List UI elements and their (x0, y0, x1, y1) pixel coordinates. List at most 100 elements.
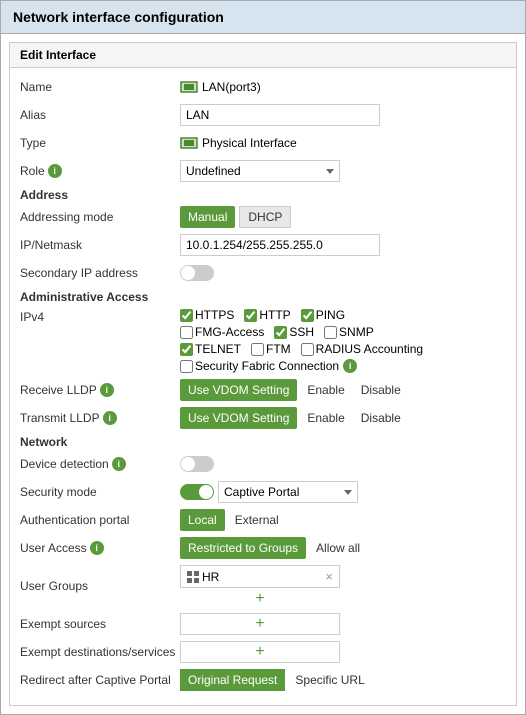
external-button[interactable]: External (229, 511, 285, 529)
device-detection-knob (181, 457, 195, 471)
fmg-checkbox[interactable] (180, 326, 193, 339)
device-detection-info-icon[interactable]: i (112, 457, 126, 471)
edit-interface-panel: Edit Interface Name LAN(port3) Alias (9, 42, 517, 706)
addressing-mode-label: Addressing mode (20, 210, 180, 224)
exempt-dest-label: Exempt destinations/services (20, 645, 180, 659)
fmg-label: FMG-Access (195, 325, 264, 339)
https-checkbox[interactable] (180, 309, 193, 322)
device-detection-toggle[interactable] (180, 456, 214, 472)
lan-icon (180, 81, 198, 93)
security-mode-label: Security mode (20, 485, 180, 499)
ipv4-row4: Security Fabric Connection i (180, 359, 363, 373)
receive-lldp-enable-button[interactable]: Enable (301, 381, 350, 399)
auth-portal-value: Local External (180, 509, 506, 531)
specific-url-button[interactable]: Specific URL (289, 671, 370, 689)
user-access-row: User Access i Restricted to Groups Allow… (20, 537, 506, 559)
telnet-checkbox[interactable] (180, 343, 193, 356)
add-user-group-button[interactable]: + (255, 591, 264, 607)
secondary-ip-toggle[interactable] (180, 265, 214, 281)
http-label: HTTP (259, 308, 290, 322)
ip-netmask-value (180, 234, 506, 256)
transmit-lldp-enable-button[interactable]: Enable (301, 409, 350, 427)
restricted-button[interactable]: Restricted to Groups (180, 537, 306, 559)
security-fabric-label: Security Fabric Connection (195, 359, 339, 373)
form-body: Name LAN(port3) Alias (10, 68, 516, 705)
ssh-checkbox[interactable] (274, 326, 287, 339)
ip-netmask-row: IP/Netmask (20, 234, 506, 256)
fmg-checkbox-item: FMG-Access (180, 325, 264, 339)
local-button[interactable]: Local (180, 509, 225, 531)
page-title: Network interface configuration (1, 1, 525, 34)
role-select[interactable]: Undefined (180, 160, 340, 182)
type-label: Type (20, 136, 180, 150)
user-groups-row: User Groups HR × (20, 565, 506, 607)
https-label: HTTPS (195, 308, 234, 322)
security-mode-toggle[interactable] (180, 484, 214, 500)
manual-button[interactable]: Manual (180, 206, 235, 228)
section-header: Edit Interface (10, 43, 516, 68)
transmit-lldp-disable-button[interactable]: Disable (355, 409, 407, 427)
radius-checkbox[interactable] (301, 343, 314, 356)
role-info-icon[interactable]: i (48, 164, 62, 178)
ftm-checkbox-item: FTM (251, 342, 291, 356)
security-fabric-checkbox-item: Security Fabric Connection i (180, 359, 357, 373)
transmit-lldp-vdom-button[interactable]: Use VDOM Setting (180, 407, 297, 429)
auth-portal-row: Authentication portal Local External (20, 509, 506, 531)
ipv4-row2: FMG-Access SSH SNMP (180, 325, 380, 339)
alias-input[interactable] (180, 104, 380, 126)
exempt-dest-row: Exempt destinations/services + (20, 641, 506, 663)
security-fabric-checkbox[interactable] (180, 360, 193, 373)
ip-netmask-label: IP/Netmask (20, 238, 180, 252)
dhcp-button[interactable]: DHCP (239, 206, 291, 228)
transmit-lldp-row: Transmit LLDP i Use VDOM Setting Enable … (20, 407, 506, 429)
physical-iface-icon (180, 137, 198, 149)
http-checkbox[interactable] (244, 309, 257, 322)
snmp-checkbox[interactable] (324, 326, 337, 339)
add-group-container: + (180, 591, 340, 607)
radius-checkbox-item: RADIUS Accounting (301, 342, 423, 356)
alias-label: Alias (20, 108, 180, 122)
ipv4-label: IPv4 (20, 308, 180, 324)
name-text: LAN(port3) (202, 80, 261, 94)
allow-all-button[interactable]: Allow all (310, 539, 366, 557)
redirect-row: Redirect after Captive Portal Original R… (20, 669, 506, 691)
ipv4-row: IPv4 HTTPS HTTP PING (20, 308, 506, 373)
name-label: Name (20, 80, 180, 94)
user-access-label: User Access i (20, 541, 180, 555)
user-group-box: HR × (180, 565, 340, 588)
receive-lldp-disable-button[interactable]: Disable (355, 381, 407, 399)
exempt-dest-value: + (180, 641, 506, 663)
security-mode-select[interactable]: Captive Portal (218, 481, 358, 503)
security-fabric-info-icon[interactable]: i (343, 359, 357, 373)
original-request-button[interactable]: Original Request (180, 669, 285, 691)
remove-hr-button[interactable]: × (325, 569, 333, 584)
role-value: Undefined (180, 160, 506, 182)
add-exempt-dest-button[interactable]: + (180, 641, 340, 663)
device-detection-label: Device detection i (20, 457, 180, 471)
receive-lldp-vdom-button[interactable]: Use VDOM Setting (180, 379, 297, 401)
receive-lldp-info-icon[interactable]: i (100, 383, 114, 397)
auth-portal-label: Authentication portal (20, 513, 180, 527)
secondary-ip-label: Secondary IP address (20, 266, 180, 280)
hr-label: HR (202, 570, 219, 584)
exempt-sources-label: Exempt sources (20, 617, 180, 631)
ipv4-row3: TELNET FTM RADIUS Accounting (180, 342, 429, 356)
ssh-checkbox-item: SSH (274, 325, 314, 339)
transmit-lldp-info-icon[interactable]: i (103, 411, 117, 425)
ftm-label: FTM (266, 342, 291, 356)
user-access-info-icon[interactable]: i (90, 541, 104, 555)
telnet-checkbox-item: TELNET (180, 342, 241, 356)
ftm-checkbox[interactable] (251, 343, 264, 356)
device-detection-value (180, 456, 506, 472)
role-label: Role i (20, 164, 180, 178)
secondary-ip-row: Secondary IP address (20, 262, 506, 284)
ip-netmask-input[interactable] (180, 234, 380, 256)
add-exempt-source-button[interactable]: + (180, 613, 340, 635)
alias-value (180, 104, 506, 126)
alias-row: Alias (20, 104, 506, 126)
ping-checkbox[interactable] (301, 309, 314, 322)
telnet-label: TELNET (195, 342, 241, 356)
snmp-label: SNMP (339, 325, 374, 339)
admin-access-section-label: Administrative Access (20, 290, 506, 304)
user-groups-label: User Groups (20, 579, 180, 593)
